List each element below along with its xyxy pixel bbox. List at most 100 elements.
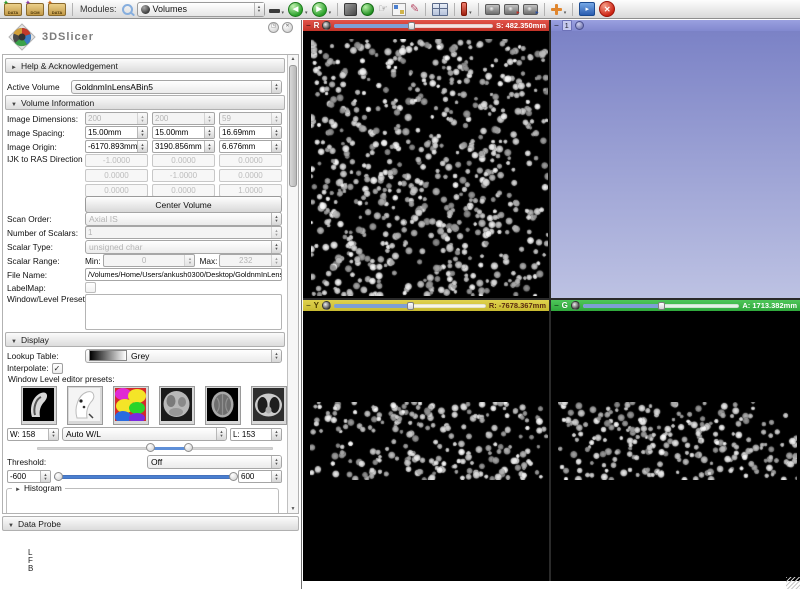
minimize-icon[interactable]: −: [306, 302, 311, 310]
spacing-y-spinbox[interactable]: 15.00mm: [152, 126, 215, 139]
chevron-down-icon[interactable]: ▾: [564, 10, 567, 16]
slider-handle-min[interactable]: [54, 472, 63, 481]
stepper-icon[interactable]: [204, 127, 214, 138]
slider-handle[interactable]: [408, 22, 415, 30]
green-slice-image[interactable]: [558, 402, 797, 480]
combo-stepper-icon[interactable]: [271, 81, 281, 93]
slider-handle[interactable]: [658, 302, 665, 310]
combo-stepper-icon[interactable]: [271, 456, 281, 468]
visibility-eye-icon[interactable]: [571, 301, 580, 310]
window-spinbox[interactable]: W: 158: [7, 428, 59, 441]
preset-ct-head-dark-thumbnail[interactable]: [21, 386, 57, 425]
add-data-icon[interactable]: ✦DATA: [4, 3, 22, 16]
layout-grid-icon[interactable]: [432, 3, 448, 16]
close-app-icon[interactable]: ✕: [599, 1, 615, 17]
wl-presets-listbox[interactable]: [85, 294, 282, 330]
origin-x-spinbox[interactable]: -6170.893mm: [85, 140, 148, 153]
stepper-icon[interactable]: [137, 127, 147, 138]
panel-scrollbar[interactable]: ▲ ▼: [287, 55, 298, 513]
slice-offset-slider[interactable]: [583, 304, 739, 308]
auto-wl-selector[interactable]: Auto W/L: [62, 427, 227, 441]
preset-ct-lung-thumbnail[interactable]: [251, 386, 287, 425]
slice-opacity-icon[interactable]: [461, 2, 467, 16]
scroll-up-icon[interactable]: ▲: [291, 55, 296, 63]
pin-icon[interactable]: [575, 21, 584, 30]
screenshot-icon[interactable]: [485, 4, 500, 15]
preset-ct-abdomen-thumbnail[interactable]: [159, 386, 195, 425]
add-dicom-icon[interactable]: ✦DCM: [26, 3, 44, 16]
histogram-header[interactable]: Histogram: [12, 483, 65, 493]
active-volume-selector[interactable]: GoldnmInLensABin5: [71, 80, 282, 94]
help-section-header[interactable]: Help & Acknowledgement: [5, 58, 285, 73]
spacing-z-spinbox[interactable]: 16.69mm: [219, 126, 282, 139]
preset-rainbow-thumbnail[interactable]: [113, 386, 149, 425]
chevron-down-icon[interactable]: ▾: [305, 10, 308, 16]
slider-handle[interactable]: [407, 302, 414, 310]
slider-handle-max[interactable]: [184, 443, 193, 452]
origin-z-spinbox[interactable]: 6.676mm: [219, 140, 282, 153]
data-probe-header[interactable]: Data Probe: [2, 516, 299, 531]
center-volume-button[interactable]: Center Volume: [85, 196, 282, 213]
forward-button[interactable]: ▶: [312, 2, 327, 17]
level-spinbox[interactable]: L: 153: [230, 428, 282, 441]
slider-handle-max[interactable]: [229, 472, 238, 481]
scroll-down-icon[interactable]: ▼: [291, 505, 296, 513]
file-name-input[interactable]: /Volumes/Home/Users/ankush0300/Desktop/G…: [85, 268, 282, 281]
slice-offset-slider[interactable]: [334, 24, 493, 28]
spacing-x-spinbox[interactable]: 15.00mm: [85, 126, 148, 139]
editor-module-icon[interactable]: [392, 3, 406, 16]
display-section-header[interactable]: Display: [5, 332, 285, 347]
threshold-selector[interactable]: Off: [147, 455, 282, 469]
chevron-down-icon[interactable]: ▾: [469, 10, 472, 16]
minimize-icon[interactable]: −: [306, 22, 311, 30]
resize-grip-icon[interactable]: [786, 577, 800, 589]
stepper-icon[interactable]: [271, 141, 281, 152]
preset-ct-brain-thumbnail[interactable]: [205, 386, 241, 425]
stepper-icon[interactable]: [137, 141, 147, 152]
back-button[interactable]: ◀: [288, 2, 303, 17]
models-module-icon[interactable]: [361, 3, 374, 16]
visibility-eye-icon[interactable]: [322, 21, 331, 30]
threshold-min-spinbox[interactable]: -600: [7, 470, 51, 483]
minimize-icon[interactable]: −: [554, 22, 559, 30]
close-panel-icon[interactable]: ✕: [282, 22, 293, 33]
module-search-icon[interactable]: [122, 4, 133, 15]
minimize-icon[interactable]: −: [554, 302, 559, 310]
combo-stepper-icon[interactable]: [271, 350, 281, 362]
scrollbar-thumb[interactable]: [289, 65, 297, 187]
threshold-max-spinbox[interactable]: 600: [238, 470, 282, 483]
volume-module-icon[interactable]: [344, 3, 357, 16]
threed-render-area[interactable]: [551, 31, 800, 298]
stepper-icon[interactable]: [204, 141, 214, 152]
extensions-icon[interactable]: ▸: [579, 2, 595, 16]
combo-stepper-icon[interactable]: [216, 428, 226, 440]
stepper-icon[interactable]: [271, 127, 281, 138]
origin-y-spinbox[interactable]: 3190.856mm: [152, 140, 215, 153]
stepper-icon[interactable]: [271, 471, 281, 482]
module-history-icon[interactable]: [269, 9, 280, 13]
threshold-range-slider[interactable]: [54, 472, 235, 482]
red-slice-image[interactable]: [311, 39, 548, 296]
stepper-icon[interactable]: [271, 429, 281, 440]
visibility-eye-icon[interactable]: [322, 301, 331, 310]
window-level-range-slider[interactable]: [37, 443, 273, 453]
save-data-icon[interactable]: ✦DATA: [48, 3, 66, 16]
stepper-icon[interactable]: [48, 429, 58, 440]
lookup-table-selector[interactable]: Grey: [85, 349, 282, 363]
combo-stepper-icon[interactable]: [254, 3, 264, 16]
chevron-down-icon[interactable]: ▾: [282, 10, 285, 16]
slider-handle-min[interactable]: [146, 443, 155, 452]
slice-offset-slider[interactable]: [334, 304, 486, 308]
yellow-slice-image[interactable]: [310, 402, 548, 480]
crosshair-icon[interactable]: [551, 4, 562, 15]
scene-snapshot-icon[interactable]: ▸: [504, 4, 519, 15]
undock-panel-icon[interactable]: ◳: [268, 22, 279, 33]
module-selector[interactable]: Volumes: [137, 2, 265, 17]
interaction-hand-icon[interactable]: ☞: [378, 4, 388, 15]
red-slice-content[interactable]: [303, 31, 549, 298]
preset-head-bright-thumbnail[interactable]: [67, 386, 103, 425]
volume-information-header[interactable]: Volume Information: [5, 95, 285, 110]
green-slice-content[interactable]: [551, 311, 800, 581]
yellow-slice-content[interactable]: [303, 311, 549, 581]
chevron-down-icon[interactable]: ▾: [329, 10, 332, 16]
